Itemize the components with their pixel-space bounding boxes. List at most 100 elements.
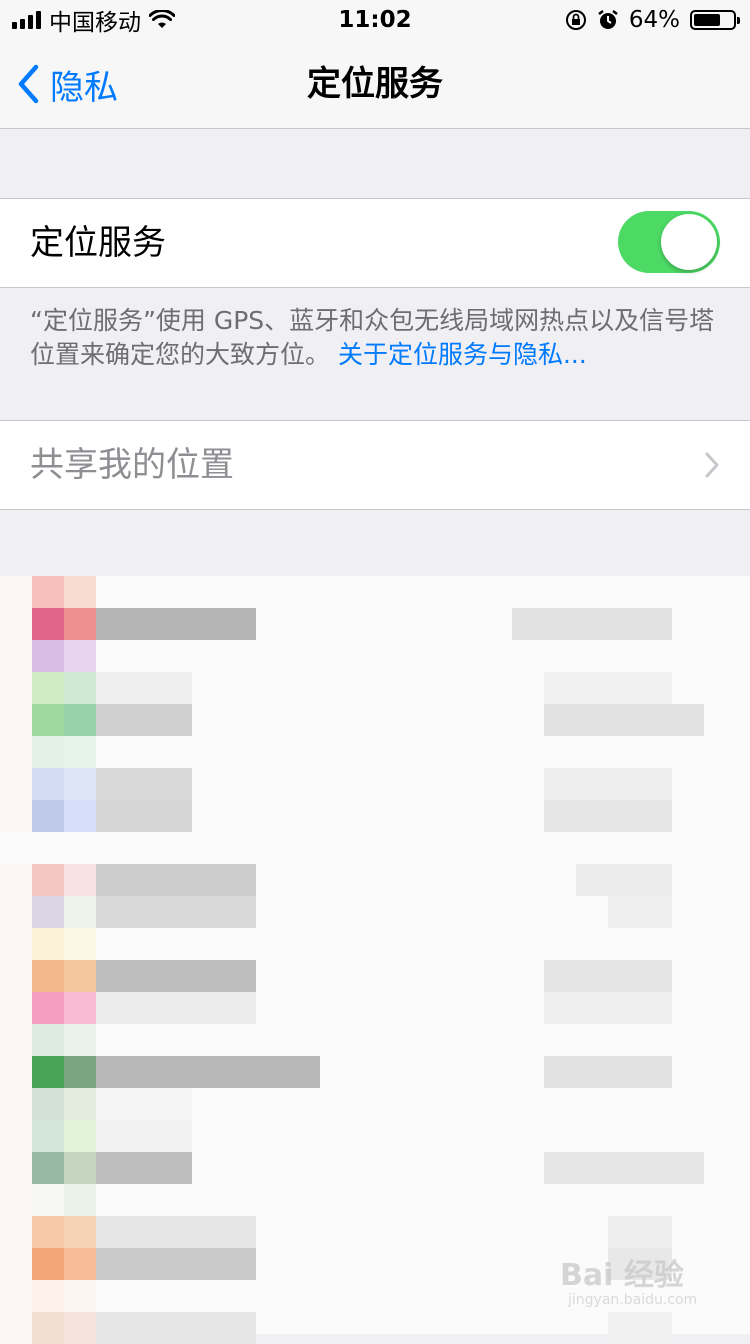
chevron-right-icon: [705, 452, 719, 478]
mosaic-block: [32, 704, 64, 736]
mosaic-block: [32, 1216, 64, 1248]
mosaic-block: [96, 1056, 320, 1088]
mosaic-block: [32, 736, 64, 768]
mosaic-block: [32, 768, 64, 800]
mosaic-block: [64, 608, 96, 640]
mosaic-block: [0, 1184, 32, 1216]
mosaic-block: [32, 1120, 64, 1152]
mosaic-block: [0, 704, 32, 736]
mosaic-block: [608, 896, 672, 928]
battery-icon: [690, 10, 740, 30]
page-title: 定位服务: [307, 64, 443, 104]
mosaic-block: [32, 576, 64, 608]
orientation-lock-icon: [565, 10, 586, 30]
mosaic-block: [0, 608, 32, 640]
mosaic-block: [32, 1248, 64, 1280]
mosaic-block: [0, 1312, 32, 1344]
mosaic-block: [544, 768, 672, 800]
location-description: “定位服务”使用 GPS、蓝牙和众包无线局域网热点以及信号塔位置来确定您的大致方…: [30, 304, 720, 372]
watermark-subtext: jingyan.baidu.com: [568, 1292, 698, 1308]
mosaic-block: [64, 1216, 96, 1248]
mosaic-block: [512, 608, 672, 640]
mosaic-block: [544, 704, 704, 736]
mosaic-block: [0, 896, 32, 928]
mosaic-block: [96, 864, 256, 896]
mosaic-block: [0, 928, 32, 960]
mosaic-block: [0, 736, 32, 768]
mosaic-block: [0, 640, 32, 672]
mosaic-block: [32, 800, 64, 832]
location-services-toggle[interactable]: [618, 211, 720, 273]
navigation-bar: 隐私 定位服务: [0, 40, 750, 129]
baidu-watermark: Bai 经验 jingyan.baidu.com: [560, 1250, 710, 1320]
mosaic-block: [32, 1024, 64, 1056]
mosaic-block: [544, 1056, 672, 1088]
alarm-icon: [598, 10, 618, 29]
mosaic-block: [96, 704, 192, 736]
mosaic-block: [64, 576, 96, 608]
mosaic-block: [32, 864, 64, 896]
mosaic-block: [32, 1184, 64, 1216]
mosaic-block: [32, 672, 64, 704]
mosaic-block: [32, 896, 64, 928]
toggle-knob: [661, 214, 717, 270]
status-bar: 中国移动 11:02 64%: [0, 0, 750, 40]
share-my-location-row[interactable]: 共享我的位置: [0, 420, 750, 510]
mosaic-block: [0, 800, 32, 832]
mosaic-block: [0, 1152, 32, 1184]
mosaic-block: [0, 1088, 32, 1120]
battery-percent: 64%: [628, 7, 680, 33]
mosaic-block: [64, 1248, 96, 1280]
mosaic-block: [64, 1024, 96, 1056]
share-my-location-label: 共享我的位置: [30, 445, 234, 485]
mosaic-block: [32, 640, 64, 672]
mosaic-block: [64, 1280, 96, 1312]
mosaic-block: [64, 1312, 96, 1344]
mosaic-block: [96, 608, 256, 640]
mosaic-block: [96, 1120, 192, 1152]
mosaic-block: [64, 1120, 96, 1152]
mosaic-block: [96, 768, 192, 800]
mosaic-block: [32, 1088, 64, 1120]
mosaic-block: [0, 1248, 32, 1280]
mosaic-block: [32, 1056, 64, 1088]
mosaic-block: [544, 800, 672, 832]
mosaic-block: [544, 1152, 704, 1184]
mosaic-block: [64, 704, 96, 736]
mosaic-block: [32, 1152, 64, 1184]
mosaic-block: [32, 960, 64, 992]
mosaic-block: [0, 576, 32, 608]
mosaic-block: [64, 896, 96, 928]
mosaic-block: [64, 864, 96, 896]
mosaic-block: [96, 800, 192, 832]
pixelated-app-list: [0, 576, 750, 1344]
mosaic-block: [64, 1184, 96, 1216]
mosaic-block: [0, 1216, 32, 1248]
mosaic-block: [96, 1088, 192, 1120]
mosaic-block: [32, 1312, 64, 1344]
mosaic-block: [0, 768, 32, 800]
mosaic-block: [64, 928, 96, 960]
mosaic-block: [64, 800, 96, 832]
status-right: 64%: [565, 6, 740, 34]
mosaic-block: [64, 992, 96, 1024]
mosaic-block: [96, 992, 256, 1024]
mosaic-block: [0, 1024, 32, 1056]
mosaic-block: [608, 1216, 672, 1248]
mosaic-block: [544, 992, 672, 1024]
mosaic-block: [96, 1152, 192, 1184]
mosaic-block: [32, 992, 64, 1024]
mosaic-block: [32, 928, 64, 960]
mosaic-block: [96, 960, 256, 992]
mosaic-block: [64, 672, 96, 704]
mosaic-block: [64, 736, 96, 768]
mosaic-block: [96, 896, 256, 928]
mosaic-block: [96, 1216, 256, 1248]
privacy-link[interactable]: 关于定位服务与隐私...: [338, 340, 587, 369]
mosaic-block: [96, 672, 192, 704]
mosaic-block: [544, 672, 672, 704]
location-services-row: 定位服务: [0, 198, 750, 288]
mosaic-block: [64, 768, 96, 800]
mosaic-block: [544, 960, 672, 992]
mosaic-block: [0, 992, 32, 1024]
